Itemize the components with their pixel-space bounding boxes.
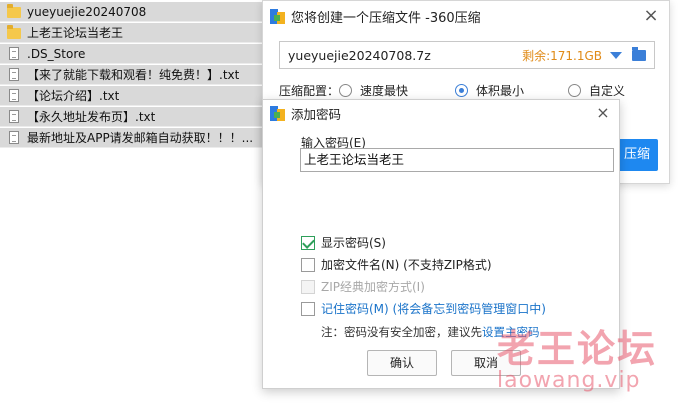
remember-password-checkbox[interactable]: 记住密码(M) (将会备忘到密码管理窗口中) xyxy=(301,300,546,317)
checkbox-icon xyxy=(301,257,315,272)
ok-button[interactable]: 确认 xyxy=(367,350,437,376)
file-name: 【来了就能下载和观看！纯免费！】.txt xyxy=(27,68,240,82)
file-row[interactable]: 【来了就能下载和观看！纯免费！】.txt xyxy=(0,65,262,85)
file-icon xyxy=(9,47,19,60)
file-name: 【论坛介绍】.txt xyxy=(27,89,120,103)
file-row[interactable]: 【论坛介绍】.txt xyxy=(0,86,262,106)
password-input[interactable]: 上老王论坛当老王 xyxy=(300,148,614,172)
checkbox-label: 加密文件名(N) (不支持ZIP格式) xyxy=(321,258,492,272)
checkbox-icon xyxy=(301,301,315,316)
archive-path-field[interactable]: yueyuejie20240708.7z 剩余:171.1GB xyxy=(279,41,655,69)
encrypt-filename-checkbox[interactable]: 加密文件名(N) (不支持ZIP格式) xyxy=(301,256,492,273)
checkbox-icon xyxy=(301,279,315,294)
close-icon[interactable]: × xyxy=(641,6,661,26)
file-name: 最新地址及APP请发邮箱自动获取！！！... xyxy=(27,131,254,145)
watermark-cn: 老王论坛 xyxy=(497,327,658,371)
option-label: 自定义 xyxy=(589,84,626,98)
file-row[interactable]: 最新地址及APP请发邮箱自动获取！！！... xyxy=(0,128,262,148)
config-label: 压缩配置： xyxy=(279,84,340,98)
folder-icon xyxy=(7,3,21,18)
file-name: .DS_Store xyxy=(27,46,86,61)
radio-selected-icon xyxy=(455,84,468,97)
file-icon xyxy=(9,110,19,123)
close-icon[interactable]: × xyxy=(594,103,612,122)
file-row[interactable]: 【永久地址发布页】.txt xyxy=(0,107,262,127)
file-name: yueyuejie20240708 xyxy=(27,4,147,19)
file-row[interactable]: .DS_Store xyxy=(0,44,262,64)
chevron-down-icon[interactable] xyxy=(610,51,622,59)
show-password-checkbox[interactable]: 显示密码(S) xyxy=(301,234,386,251)
app-logo-icon xyxy=(270,105,285,121)
file-icon xyxy=(9,131,19,144)
file-icon xyxy=(9,89,19,102)
file-icon xyxy=(9,68,19,81)
password-dialog-title: 添加密码 xyxy=(291,106,342,122)
file-list: yueyuejie20240708 上老王论坛当老王 .DS_Store 【来了… xyxy=(0,0,262,150)
radio-icon xyxy=(568,84,581,97)
zip-classic-checkbox: ZIP经典加密方式(I) xyxy=(301,278,425,295)
checkbox-label: 显示密码(S) xyxy=(321,236,386,250)
option-custom[interactable]: 自定义 xyxy=(568,82,625,99)
option-smallest[interactable]: 体积最小 xyxy=(455,82,524,99)
folder-icon xyxy=(7,24,21,39)
option-label: 速度最快 xyxy=(360,84,409,98)
browse-folder-icon[interactable] xyxy=(632,46,646,61)
option-fastest[interactable]: 速度最快 xyxy=(339,82,408,99)
option-label: 体积最小 xyxy=(476,84,525,98)
compress-dialog-titlebar[interactable]: 您将创建一个压缩文件 -360压缩 × xyxy=(263,1,669,31)
checkbox-label: 记住密码(M) (将会备忘到密码管理窗口中) xyxy=(321,302,546,316)
password-dialog-titlebar[interactable]: 添加密码 × xyxy=(263,100,619,126)
free-space-label: 剩余:171.1GB xyxy=(522,48,602,63)
compress-dialog-title: 您将创建一个压缩文件 -360压缩 xyxy=(291,10,481,26)
checkbox-checked-icon xyxy=(301,235,315,250)
app-logo-icon xyxy=(270,8,285,24)
file-name: 上老王论坛当老王 xyxy=(27,26,124,40)
checkbox-label: ZIP经典加密方式(I) xyxy=(321,280,425,294)
file-name: 【永久地址发布页】.txt xyxy=(27,110,156,124)
archive-path-value: yueyuejie20240708.7z xyxy=(288,47,431,63)
file-row[interactable]: 上老王论坛当老王 xyxy=(0,23,262,43)
watermark-en: laowang.vip xyxy=(497,368,641,393)
radio-icon xyxy=(339,84,352,97)
file-row[interactable]: yueyuejie20240708 xyxy=(0,2,262,22)
